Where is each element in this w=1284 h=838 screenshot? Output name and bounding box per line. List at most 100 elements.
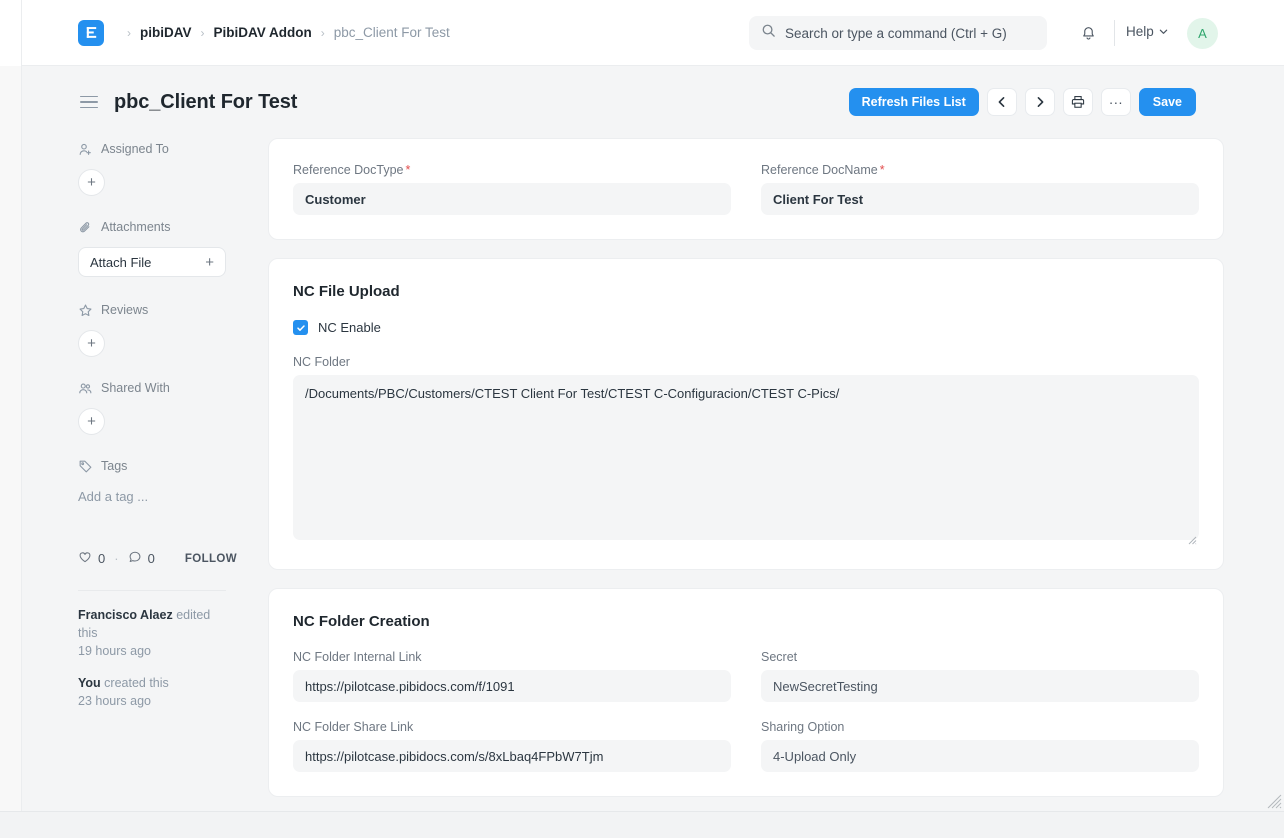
heart-icon bbox=[78, 550, 92, 567]
field-secret: Secret bbox=[761, 650, 1199, 702]
reference-docname-label: Reference DocName * bbox=[761, 163, 1199, 177]
attachments-header: Attachments bbox=[78, 216, 274, 238]
nc-folder-textarea[interactable]: /Documents/PBC/Customers/CTEST Client Fo… bbox=[293, 375, 1199, 540]
reviews-label: Reviews bbox=[101, 303, 149, 317]
add-review-button[interactable]: + bbox=[78, 330, 105, 357]
field-reference-docname: Reference DocName * bbox=[761, 163, 1199, 215]
comment-control[interactable]: 0 bbox=[128, 550, 155, 567]
breadcrumb-separator-0: › bbox=[127, 25, 131, 40]
page-header: pbc_Client For Test Refresh Files List ·… bbox=[22, 66, 1284, 138]
tag-icon bbox=[78, 459, 93, 474]
tags-label: Tags bbox=[101, 459, 128, 473]
add-assignment-button[interactable]: + bbox=[78, 169, 105, 196]
sidebar-section-tags: Tags Add a tag ... bbox=[78, 455, 274, 504]
like-count: 0 bbox=[98, 551, 106, 566]
next-document-button[interactable] bbox=[1024, 88, 1055, 116]
reference-docname-label-text: Reference DocName bbox=[761, 163, 878, 177]
reference-doctype-input[interactable] bbox=[293, 183, 731, 215]
breadcrumb-item-2[interactable]: pbc_Client For Test bbox=[334, 25, 450, 40]
comment-count: 0 bbox=[147, 551, 155, 566]
tags-header: Tags bbox=[78, 455, 274, 477]
paperclip-icon bbox=[78, 220, 93, 235]
page-title: pbc_Client For Test bbox=[114, 90, 298, 113]
nc-enable-checkbox[interactable] bbox=[293, 320, 308, 335]
print-button[interactable] bbox=[1062, 88, 1093, 116]
attachments-label: Attachments bbox=[101, 220, 171, 234]
search-box[interactable] bbox=[749, 16, 1047, 50]
nc-folder-wrap: /Documents/PBC/Customers/CTEST Client Fo… bbox=[293, 375, 1199, 545]
breadcrumb-item-1[interactable]: PibiDAV Addon bbox=[214, 25, 312, 40]
attach-file-label: Attach File bbox=[90, 254, 152, 270]
reference-grid: Reference DocType* Reference DocName* bbox=[293, 163, 1199, 215]
activity-log: Francisco Alaez edited this 19 hours ago… bbox=[78, 606, 228, 724]
reference-doctype-label: Reference DocType * bbox=[293, 163, 731, 177]
page-body: Assigned To + Attachments Attach File + bbox=[22, 138, 1284, 811]
like-control[interactable]: 0 bbox=[78, 550, 105, 567]
sharing-option-label: Sharing Option bbox=[761, 720, 845, 734]
form-sidebar: Assigned To + Attachments Attach File + bbox=[78, 138, 274, 508]
app-page: › pibiDAV › PibiDAV Addon › pbc_Client F… bbox=[0, 0, 1284, 838]
breadcrumb-item-0[interactable]: pibiDAV bbox=[140, 25, 192, 40]
sidebar-section-assigned-to: Assigned To + bbox=[78, 138, 274, 196]
assigned-to-header: Assigned To bbox=[78, 138, 274, 160]
activity-user-1: You bbox=[78, 676, 101, 690]
field-reference-doctype: Reference DocType * bbox=[293, 163, 731, 215]
window-resize-grip-icon[interactable] bbox=[1266, 793, 1282, 809]
sidebar-toggle-icon[interactable] bbox=[80, 95, 98, 109]
reference-doctype-label-text: Reference DocType bbox=[293, 163, 404, 177]
sidebar-section-shared-with: Shared With + bbox=[78, 377, 274, 435]
activity-entry-1: You created this 23 hours ago bbox=[78, 674, 228, 710]
field-nc-folder-internal-link: NC Folder Internal Link bbox=[293, 650, 731, 702]
sidebar-section-attachments: Attachments Attach File + bbox=[78, 216, 274, 277]
assigned-to-label: Assigned To bbox=[101, 142, 169, 156]
sidebar-social-row: 0 · 0 FOLLOW bbox=[78, 550, 237, 567]
search-icon bbox=[761, 23, 776, 43]
comment-icon bbox=[128, 550, 142, 567]
reference-docname-input[interactable] bbox=[761, 183, 1199, 215]
save-button[interactable]: Save bbox=[1138, 88, 1196, 116]
follow-button[interactable]: FOLLOW bbox=[185, 553, 237, 565]
navbar-divider bbox=[1114, 20, 1115, 46]
sidebar-divider bbox=[78, 590, 226, 591]
secret-label: Secret bbox=[761, 650, 798, 664]
help-menu[interactable]: Help bbox=[1126, 24, 1168, 39]
refresh-files-list-button[interactable]: Refresh Files List bbox=[848, 88, 979, 116]
field-nc-folder-share-link: NC Folder Share Link bbox=[293, 720, 731, 772]
page-actions: Refresh Files List ··· Save bbox=[848, 88, 1196, 116]
nc-enable-label: NC Enable bbox=[318, 320, 381, 335]
add-tag-input[interactable]: Add a tag ... bbox=[78, 489, 274, 504]
nc-file-upload-card: NC File Upload NC Enable NC Folder /Docu… bbox=[268, 258, 1224, 570]
sidebar-section-reviews: Reviews + bbox=[78, 299, 274, 357]
reviews-header: Reviews bbox=[78, 299, 274, 321]
frappe-logo-icon[interactable] bbox=[78, 19, 104, 46]
activity-entry-0: Francisco Alaez edited this 19 hours ago bbox=[78, 606, 228, 660]
top-navbar: › pibiDAV › PibiDAV Addon › pbc_Client F… bbox=[22, 0, 1284, 66]
star-icon bbox=[78, 303, 93, 318]
nc-enable-row: NC Enable bbox=[293, 320, 1199, 335]
secret-input[interactable] bbox=[761, 670, 1199, 702]
prev-document-button[interactable] bbox=[986, 88, 1017, 116]
activity-time-0: 19 hours ago bbox=[78, 644, 151, 658]
attach-file-button[interactable]: Attach File + bbox=[78, 247, 226, 277]
nc-folder-creation-grid: NC Folder Internal Link Secret NC Folder… bbox=[293, 650, 1199, 772]
reference-section-card: Reference DocType* Reference DocName* bbox=[268, 138, 1224, 240]
help-label: Help bbox=[1126, 24, 1154, 39]
nc-folder-label: NC Folder bbox=[293, 355, 350, 369]
avatar[interactable]: A bbox=[1187, 18, 1218, 49]
sharing-option-select[interactable] bbox=[761, 740, 1199, 772]
search-input[interactable] bbox=[785, 25, 1035, 41]
notifications-bell-icon[interactable] bbox=[1075, 20, 1101, 46]
nc-folder-internal-link-input[interactable] bbox=[293, 670, 731, 702]
field-sharing-option: Sharing Option bbox=[761, 720, 1199, 772]
more-options-button[interactable]: ··· bbox=[1100, 88, 1131, 116]
add-share-button[interactable]: + bbox=[78, 408, 105, 435]
nc-folder-share-link-input[interactable] bbox=[293, 740, 731, 772]
nc-file-upload-title: NC File Upload bbox=[293, 283, 400, 300]
activity-user-0: Francisco Alaez bbox=[78, 608, 173, 622]
breadcrumb-separator-1: › bbox=[200, 25, 205, 40]
nc-folder-creation-title: NC Folder Creation bbox=[293, 613, 430, 630]
nc-folder-internal-link-label: NC Folder Internal Link bbox=[293, 650, 422, 664]
user-plus-icon bbox=[78, 142, 93, 157]
breadcrumb-separator-2: › bbox=[320, 25, 325, 40]
activity-action-1: created this bbox=[100, 676, 169, 690]
